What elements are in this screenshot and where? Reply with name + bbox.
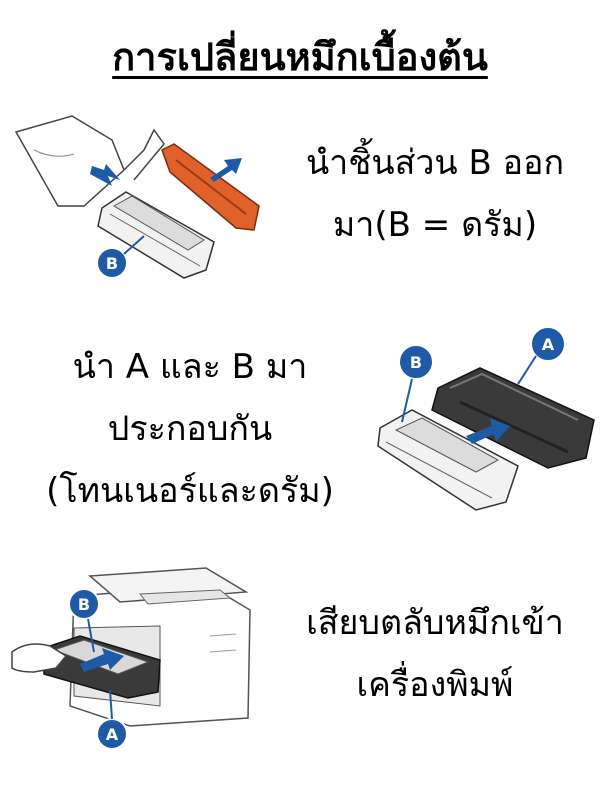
step-2-text: นำ A และ B มา ประกอบกัน (โทนเนอร์และดรัม… xyxy=(46,347,334,511)
step-3-text: เสียบตลับหมึกเข้า เครื่องพิมพ์ xyxy=(306,603,564,705)
insert-illustration: B A xyxy=(10,556,256,752)
unbox-illustration: B xyxy=(14,110,264,285)
svg-text:B: B xyxy=(410,353,422,372)
svg-text:B: B xyxy=(78,595,90,614)
page-title: การเปลี่ยนหมึกเบื้องต้น xyxy=(112,35,488,79)
step-1-text: นำชิ้นส่วน B ออก มา(B = ดรัม) xyxy=(305,143,565,245)
assemble-illustration: B A xyxy=(372,318,598,518)
packaging-bag xyxy=(14,115,125,207)
arrow-up-right-icon xyxy=(210,158,242,182)
svg-text:B: B xyxy=(106,254,118,273)
svg-text:A: A xyxy=(542,335,555,354)
svg-text:A: A xyxy=(106,725,119,744)
